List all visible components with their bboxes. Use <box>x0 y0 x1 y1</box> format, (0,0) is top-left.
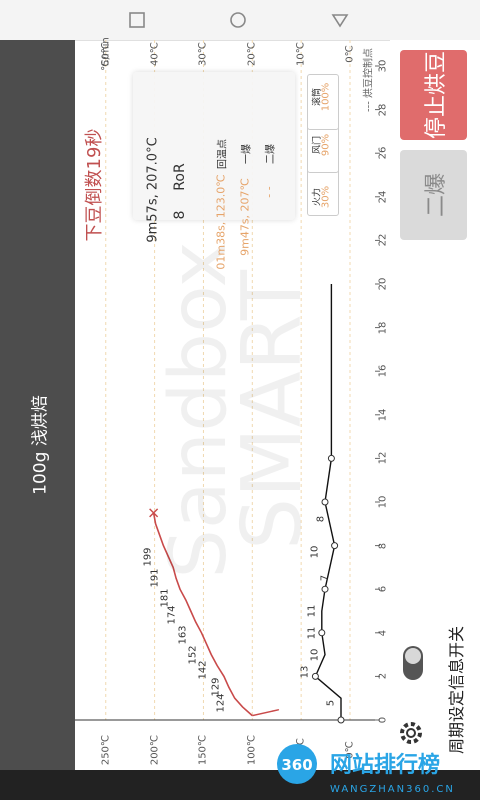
control-point-marker <box>321 498 329 506</box>
time-tick-label: 16 <box>377 364 389 378</box>
time-tick-label: 26 <box>377 146 389 160</box>
ror-value: 8 <box>172 210 188 220</box>
legend-text: --- 烘豆控制点 <box>363 47 375 113</box>
control-value-label: 10 <box>309 648 321 661</box>
stop-roast-button[interactable]: 停止烘豆 <box>400 50 467 140</box>
time-tick-label: 18 <box>377 321 389 334</box>
time-temp-readout: 9m57s, 207.0°C <box>145 137 161 243</box>
time-tick-label: 28 <box>377 103 389 116</box>
ror-tick-label: 20℃ <box>246 42 258 66</box>
watermark-smart: SMART <box>225 269 320 550</box>
first-crack-value: 9m47s, 207℃ <box>238 178 252 256</box>
temp-point-label: 191 <box>149 568 161 588</box>
temp-point-label: 199 <box>142 546 154 567</box>
time-tick-label: 22 <box>377 234 389 247</box>
control-point-marker <box>318 629 326 637</box>
temp-point-label: 152 <box>187 645 199 665</box>
second-crack-label: 二爆 <box>265 144 277 164</box>
time-tick-label: 12 <box>377 452 389 465</box>
temp-tick-label: 100℃ <box>246 734 258 766</box>
temp-tick-label: 150℃ <box>197 734 209 766</box>
control-point-marker <box>331 542 339 550</box>
ror-tick-label: 0℃ <box>344 45 356 63</box>
control-point-marker <box>337 716 345 724</box>
control-value-label: 10 <box>309 545 321 559</box>
ror-tick-label: 10℃ <box>295 42 307 66</box>
control-value-label: 7 <box>319 575 331 582</box>
first-crack-label: 一爆 <box>241 144 253 164</box>
control-point-marker <box>311 672 319 680</box>
back-icon[interactable] <box>331 11 349 29</box>
ror-tick-label: 40℃ <box>149 42 161 66</box>
time-tick-label: 10 <box>377 495 389 509</box>
cycle-info-toggle[interactable] <box>403 646 423 680</box>
site-watermark: 360 网站排行榜 WANGZHAN360.CN <box>277 744 455 795</box>
temp-point-label: 181 <box>159 588 171 608</box>
time-tick-label: 6 <box>377 586 389 593</box>
time-tick-label: 8 <box>377 542 389 549</box>
recents-icon[interactable] <box>128 11 146 29</box>
control-point-marker <box>321 585 329 593</box>
time-tick-label: 2 <box>377 673 389 680</box>
temp-point-label: 163 <box>177 625 189 645</box>
countdown-text: 下豆倒数19秒 <box>84 128 105 242</box>
second-crack-button[interactable]: 二爆 <box>400 150 467 240</box>
control-value-label: 11 <box>306 626 318 640</box>
watermark-number: 360 <box>281 756 312 774</box>
temp-point-label: 129 <box>210 677 222 697</box>
system-nav-bar <box>0 0 480 41</box>
title-bar: 100g 浅烘焙 <box>0 40 75 792</box>
temp-point-label: 142 <box>197 660 209 680</box>
toggle-knob <box>405 648 421 664</box>
control-value-label: 13 <box>299 665 311 679</box>
ror-unit-label: ℃/min <box>100 37 112 71</box>
temp-point-label: 174 <box>166 605 178 625</box>
watermark-url: WANGZHAN360.CN <box>330 784 455 795</box>
turning-point-value: 01m38s, 123.0℃ <box>214 174 228 270</box>
bean-temp-start <box>252 709 280 717</box>
time-tick-label: 30 <box>377 59 389 73</box>
temp-tick-label: 250℃ <box>100 734 112 766</box>
watermark-brand: 网站排行榜 <box>330 752 440 778</box>
cycle-info-toggle-label: 周期设定信息开关 <box>447 625 466 755</box>
drum-speed-control[interactable]: 100% 滚筒 <box>307 74 339 130</box>
time-tick-label: 4 <box>377 629 389 636</box>
time-tick-label: 20 <box>377 277 389 291</box>
control-value-label: 8 <box>315 516 327 523</box>
time-tick-label: 14 <box>377 408 389 422</box>
ror-label: RoR <box>172 163 188 191</box>
time-tick-label: 0 <box>377 716 389 724</box>
time-tick-label: 24 <box>377 190 389 204</box>
temp-tick-label: 200℃ <box>149 734 161 766</box>
home-icon[interactable] <box>229 11 247 29</box>
ror-tick-label: 30℃ <box>197 42 209 66</box>
control-value-label: 11 <box>306 604 318 618</box>
control-value-label: 5 <box>325 699 337 706</box>
roast-info-card: 9m57s, 207.0°C 8 RoR 01m38s, 123.0℃ 回温点 … <box>133 72 295 270</box>
page-title: 100g 浅烘焙 <box>30 395 51 495</box>
second-crack-value: - - <box>262 186 276 198</box>
control-point-marker <box>327 454 335 462</box>
turning-point-label: 回温点 <box>217 139 229 169</box>
